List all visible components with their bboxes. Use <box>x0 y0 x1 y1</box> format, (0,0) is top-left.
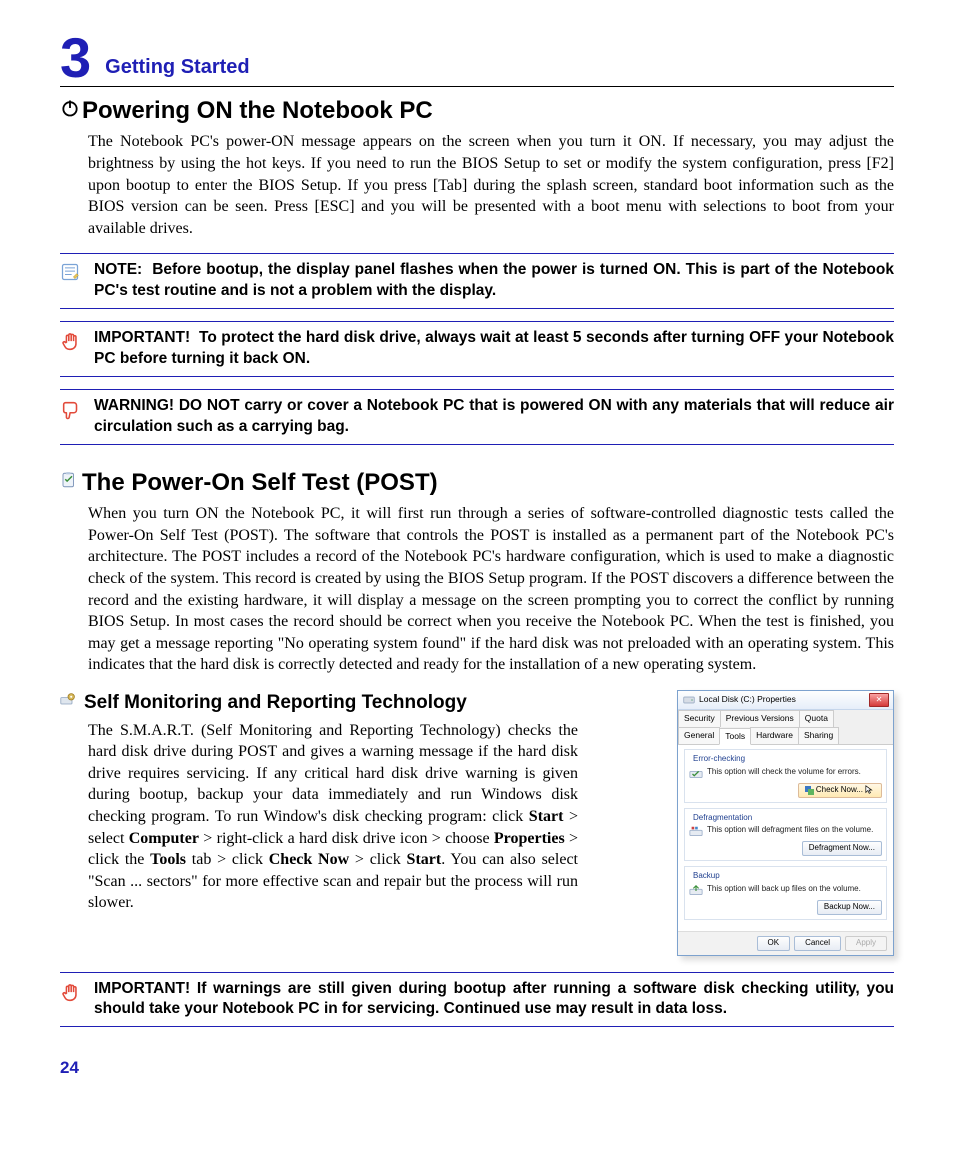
dialog-footer: OK Cancel Apply <box>678 931 893 955</box>
warning-text: WARNING! DO NOT carry or cover a Noteboo… <box>94 396 894 438</box>
subsection-body: The S.M.A.R.T. (Self Monitoring and Repo… <box>88 720 578 914</box>
important1-body: To protect the hard disk drive, always w… <box>94 329 894 367</box>
group1-title: Error-checking <box>691 754 747 765</box>
tab-hardware[interactable]: Hardware <box>750 727 799 744</box>
backup-now-label: Backup Now... <box>824 902 875 913</box>
cursor-icon <box>865 785 875 795</box>
note-callout: NOTE: Before bootup, the display panel f… <box>60 253 894 309</box>
important1-callout: IMPORTANT! To protect the hard disk driv… <box>60 321 894 377</box>
group2-text: This option will defragment files on the… <box>707 825 882 836</box>
tab-previous-versions[interactable]: Previous Versions <box>720 710 800 726</box>
clipboard-check-icon <box>60 470 82 497</box>
note-text: NOTE: Before bootup, the display panel f… <box>94 260 894 302</box>
backup-icon <box>689 884 703 898</box>
dialog-titlebar: Local Disk (C:) Properties ✕ <box>678 691 893 710</box>
warning-body: DO NOT carry or cover a Notebook PC that… <box>94 397 894 435</box>
section-post: The Power-On Self Test (POST) <box>60 467 894 499</box>
check-now-button[interactable]: Check Now... <box>798 783 882 798</box>
tab-general[interactable]: General <box>678 727 720 744</box>
section2-title: The Power-On Self Test (POST) <box>82 467 438 499</box>
subsection-title: Self Monitoring and Reporting Technology <box>84 690 467 716</box>
drive-icon <box>682 694 696 706</box>
note-label: NOTE: <box>94 261 142 278</box>
tab-security[interactable]: Security <box>678 710 721 726</box>
cancel-button[interactable]: Cancel <box>794 936 841 951</box>
dialog-title-text: Local Disk (C:) Properties <box>699 694 796 705</box>
group-backup: Backup This option will back up files on… <box>684 866 887 920</box>
note-icon <box>60 260 94 302</box>
power-icon <box>60 98 82 125</box>
chapter-number: 3 <box>60 30 91 86</box>
apply-button[interactable]: Apply <box>845 936 887 951</box>
chapter-header: 3 Getting Started <box>60 30 894 87</box>
section-powering-on: Powering ON the Notebook PC <box>60 95 894 127</box>
check-now-label: Check Now... <box>816 785 863 796</box>
hand-stop-icon <box>60 979 94 1021</box>
page-number: 24 <box>60 1057 894 1080</box>
important2-callout: IMPORTANT! If warnings are still given d… <box>60 972 894 1028</box>
defrag-icon <box>689 825 703 839</box>
ok-button[interactable]: OK <box>757 936 791 951</box>
group3-title: Backup <box>691 871 722 882</box>
group2-title: Defragmentation <box>691 813 754 824</box>
tab-tools[interactable]: Tools <box>719 728 751 745</box>
backup-now-button[interactable]: Backup Now... <box>817 900 882 915</box>
warning-label: WARNING! <box>94 397 174 414</box>
tab-sharing[interactable]: Sharing <box>798 727 839 744</box>
group1-text: This option will check the volume for er… <box>707 767 882 778</box>
tab-quota[interactable]: Quota <box>799 710 834 726</box>
check-disk-icon <box>689 767 703 781</box>
group-error-checking: Error-checking This option will check th… <box>684 749 887 803</box>
defrag-now-label: Defragment Now... <box>809 843 875 854</box>
section2-body: When you turn ON the Notebook PC, it wil… <box>88 503 894 676</box>
hand-stop-icon <box>60 328 94 370</box>
group3-text: This option will back up files on the vo… <box>707 884 882 895</box>
drive-gear-icon <box>60 692 78 715</box>
thumbs-down-icon <box>60 396 94 438</box>
important1-text: IMPORTANT! To protect the hard disk driv… <box>94 328 894 370</box>
important2-text: IMPORTANT! If warnings are still given d… <box>94 979 894 1021</box>
group-defrag: Defragmentation This option will defragm… <box>684 808 887 862</box>
note-body: Before bootup, the display panel flashes… <box>94 261 894 299</box>
important1-label: IMPORTANT! <box>94 329 190 346</box>
close-button[interactable]: ✕ <box>869 693 889 707</box>
chapter-title: Getting Started <box>105 54 249 81</box>
disk-properties-dialog: Local Disk (C:) Properties ✕ Security Pr… <box>677 690 894 956</box>
warning-callout: WARNING! DO NOT carry or cover a Noteboo… <box>60 389 894 445</box>
important2-label: IMPORTANT! <box>94 980 190 997</box>
section-title: Powering ON the Notebook PC <box>82 95 433 127</box>
important2-body: If warnings are still given during bootu… <box>94 980 894 1018</box>
section1-body: The Notebook PC's power-ON message appea… <box>88 131 894 239</box>
defrag-now-button[interactable]: Defragment Now... <box>802 841 882 856</box>
subsection-smart: Self Monitoring and Reporting Technology <box>60 690 663 716</box>
